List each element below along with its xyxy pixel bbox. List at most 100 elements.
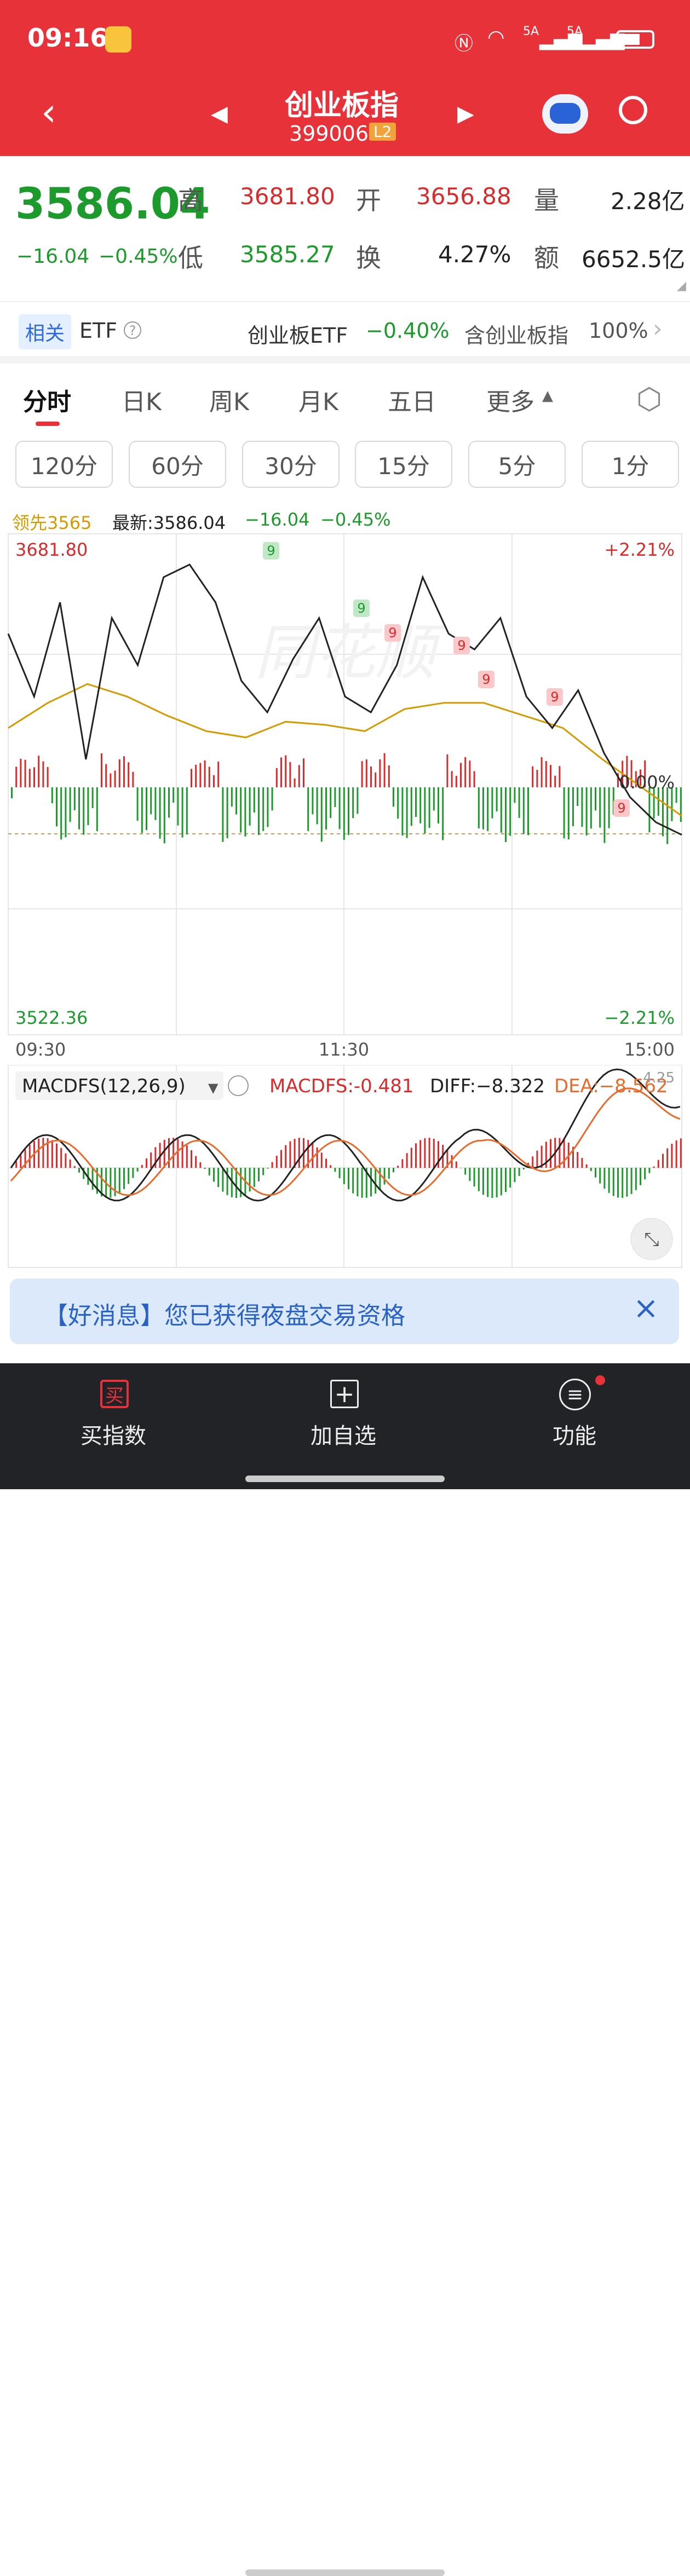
macd-bar	[177, 1139, 179, 1168]
tab-daily-k[interactable]: 日K	[122, 382, 162, 417]
macd-bar	[150, 1152, 152, 1168]
volume-bar	[74, 787, 76, 810]
chevron-right-icon[interactable]: ›	[653, 315, 663, 343]
volume-bar	[294, 779, 296, 787]
volume-bar	[415, 787, 417, 817]
macd-bar	[622, 1168, 623, 1198]
back-icon[interactable]: ‹	[41, 93, 56, 131]
period-5min[interactable]: 5分	[468, 441, 566, 488]
volume-bar	[429, 787, 430, 828]
macd-bar	[199, 1162, 201, 1168]
macd-bar	[375, 1168, 376, 1194]
volume-bar	[227, 787, 228, 838]
bottom-nav: 买 买指数 + 加自选 ≡ 功能	[0, 1363, 690, 1489]
axis-bottom-price: 3522.36	[15, 1007, 88, 1028]
macd-bar	[128, 1168, 129, 1184]
nav-buy-index[interactable]: 买 买指数	[58, 1363, 173, 1473]
volume-bar	[307, 787, 309, 831]
macd-bar	[325, 1159, 327, 1168]
tab-monthly-k[interactable]: 月K	[298, 382, 338, 417]
svg-text:9: 9	[267, 543, 275, 558]
tab-weekly-k[interactable]: 周K	[209, 382, 249, 417]
prev-stock-icon[interactable]: ◀	[211, 101, 228, 126]
tab-more[interactable]: 更多	[486, 382, 534, 417]
period-60min[interactable]: 60分	[129, 441, 226, 488]
period-1min[interactable]: 1分	[582, 441, 679, 488]
good-news-banner[interactable]: 【好消息】您已获得夜盘交易资格 ×	[10, 1278, 679, 1344]
volume-bar	[254, 787, 255, 812]
close-icon[interactable]: ×	[633, 1290, 659, 1326]
caret-up-icon[interactable]: ▲	[542, 388, 553, 404]
volume-bar	[258, 787, 260, 835]
macd-chart[interactable]: MACDFS(12,26,9) ▼ MACDFS:-0.481 DIFF:−8.…	[0, 1065, 690, 1273]
macd-bar	[577, 1152, 578, 1168]
macd-bar	[482, 1168, 484, 1195]
level2-badge: L2	[369, 123, 396, 141]
open-value: 3656.88	[416, 183, 511, 210]
settings-hexagon-icon[interactable]: ⬡	[636, 382, 662, 416]
macd-bar	[379, 1168, 381, 1190]
volume-bar	[451, 771, 453, 787]
nav-functions[interactable]: ≡ 功能	[518, 1363, 633, 1473]
macd-indicator-selector[interactable]: MACDFS(12,26,9)	[22, 1075, 186, 1097]
period-120min[interactable]: 120分	[15, 441, 113, 488]
macd-bar	[141, 1165, 143, 1168]
axis-mid-pct: 0.00%	[619, 772, 675, 793]
macd-bar	[146, 1159, 147, 1168]
robot-assistant-icon[interactable]	[542, 94, 588, 134]
period-15min[interactable]: 15分	[355, 441, 452, 488]
macd-bar	[78, 1168, 80, 1173]
macd-bar	[648, 1168, 650, 1173]
axis-top-pct: +2.21%	[605, 539, 675, 560]
macd-bar	[474, 1168, 475, 1186]
volume-value: 2.28亿	[611, 183, 685, 216]
latest-change-pct: −0.45%	[320, 509, 390, 530]
macd-bar	[280, 1150, 282, 1168]
macd-bar	[613, 1168, 614, 1196]
related-tag: 相关	[19, 314, 71, 349]
etf-label[interactable]: ETF	[79, 319, 117, 343]
volume-bar	[348, 787, 349, 835]
volume-bar	[25, 760, 26, 787]
macd-bar	[289, 1142, 291, 1168]
volume-bar	[244, 787, 246, 837]
price-change-pct: −0.45%	[99, 245, 178, 268]
macd-bar	[361, 1168, 363, 1198]
volume-bar	[379, 759, 381, 787]
macd-bar	[70, 1160, 71, 1168]
etf-name[interactable]: 创业板ETF	[248, 319, 348, 349]
nav-add-favorite[interactable]: + 加自选	[288, 1363, 403, 1473]
macd-bar	[137, 1168, 139, 1172]
search-icon[interactable]	[619, 96, 647, 124]
volume-bar	[388, 765, 390, 787]
intraday-chart[interactable]: 同花顺 9 9 9 9 9 9 9 3681.80 +2.21% 0.00% 3…	[0, 531, 690, 1073]
volume-bar	[527, 787, 529, 835]
macd-bar	[464, 1168, 466, 1174]
volume-bar	[572, 787, 574, 826]
banner-text[interactable]: 【好消息】您已获得夜盘交易资格	[44, 1296, 405, 1331]
volume-bar	[128, 762, 129, 787]
volume-bar	[595, 787, 596, 810]
dropdown-icon[interactable]: ▼	[208, 1080, 219, 1096]
volume-bar	[267, 787, 268, 827]
status-bar: 09:16 Ⓝ ◠ 5A ▂▄▆ 5A ▂▄▆	[0, 0, 690, 82]
tab-five-day[interactable]: 五日	[388, 382, 436, 417]
expand-corner-icon[interactable]: ◢	[677, 279, 686, 293]
macd-help-icon[interactable]	[228, 1076, 248, 1096]
macd-bar	[505, 1168, 507, 1192]
volume-bar	[168, 787, 170, 817]
tab-intraday[interactable]: 分时	[23, 382, 71, 417]
gesture-bar	[245, 1476, 445, 1482]
volume-bar	[581, 787, 583, 827]
macd-bar	[285, 1145, 286, 1168]
notification-dot	[595, 1375, 605, 1385]
volume-bar	[303, 758, 304, 787]
period-30min[interactable]: 30分	[242, 441, 340, 488]
macd-bar	[42, 1138, 44, 1168]
volume-bar	[568, 787, 570, 839]
help-icon[interactable]: ?	[124, 321, 141, 339]
volume-bar	[662, 787, 664, 836]
price-line	[8, 564, 682, 835]
next-stock-icon[interactable]: ▶	[457, 101, 474, 126]
etf-contains[interactable]: 含创业板指	[464, 319, 568, 349]
